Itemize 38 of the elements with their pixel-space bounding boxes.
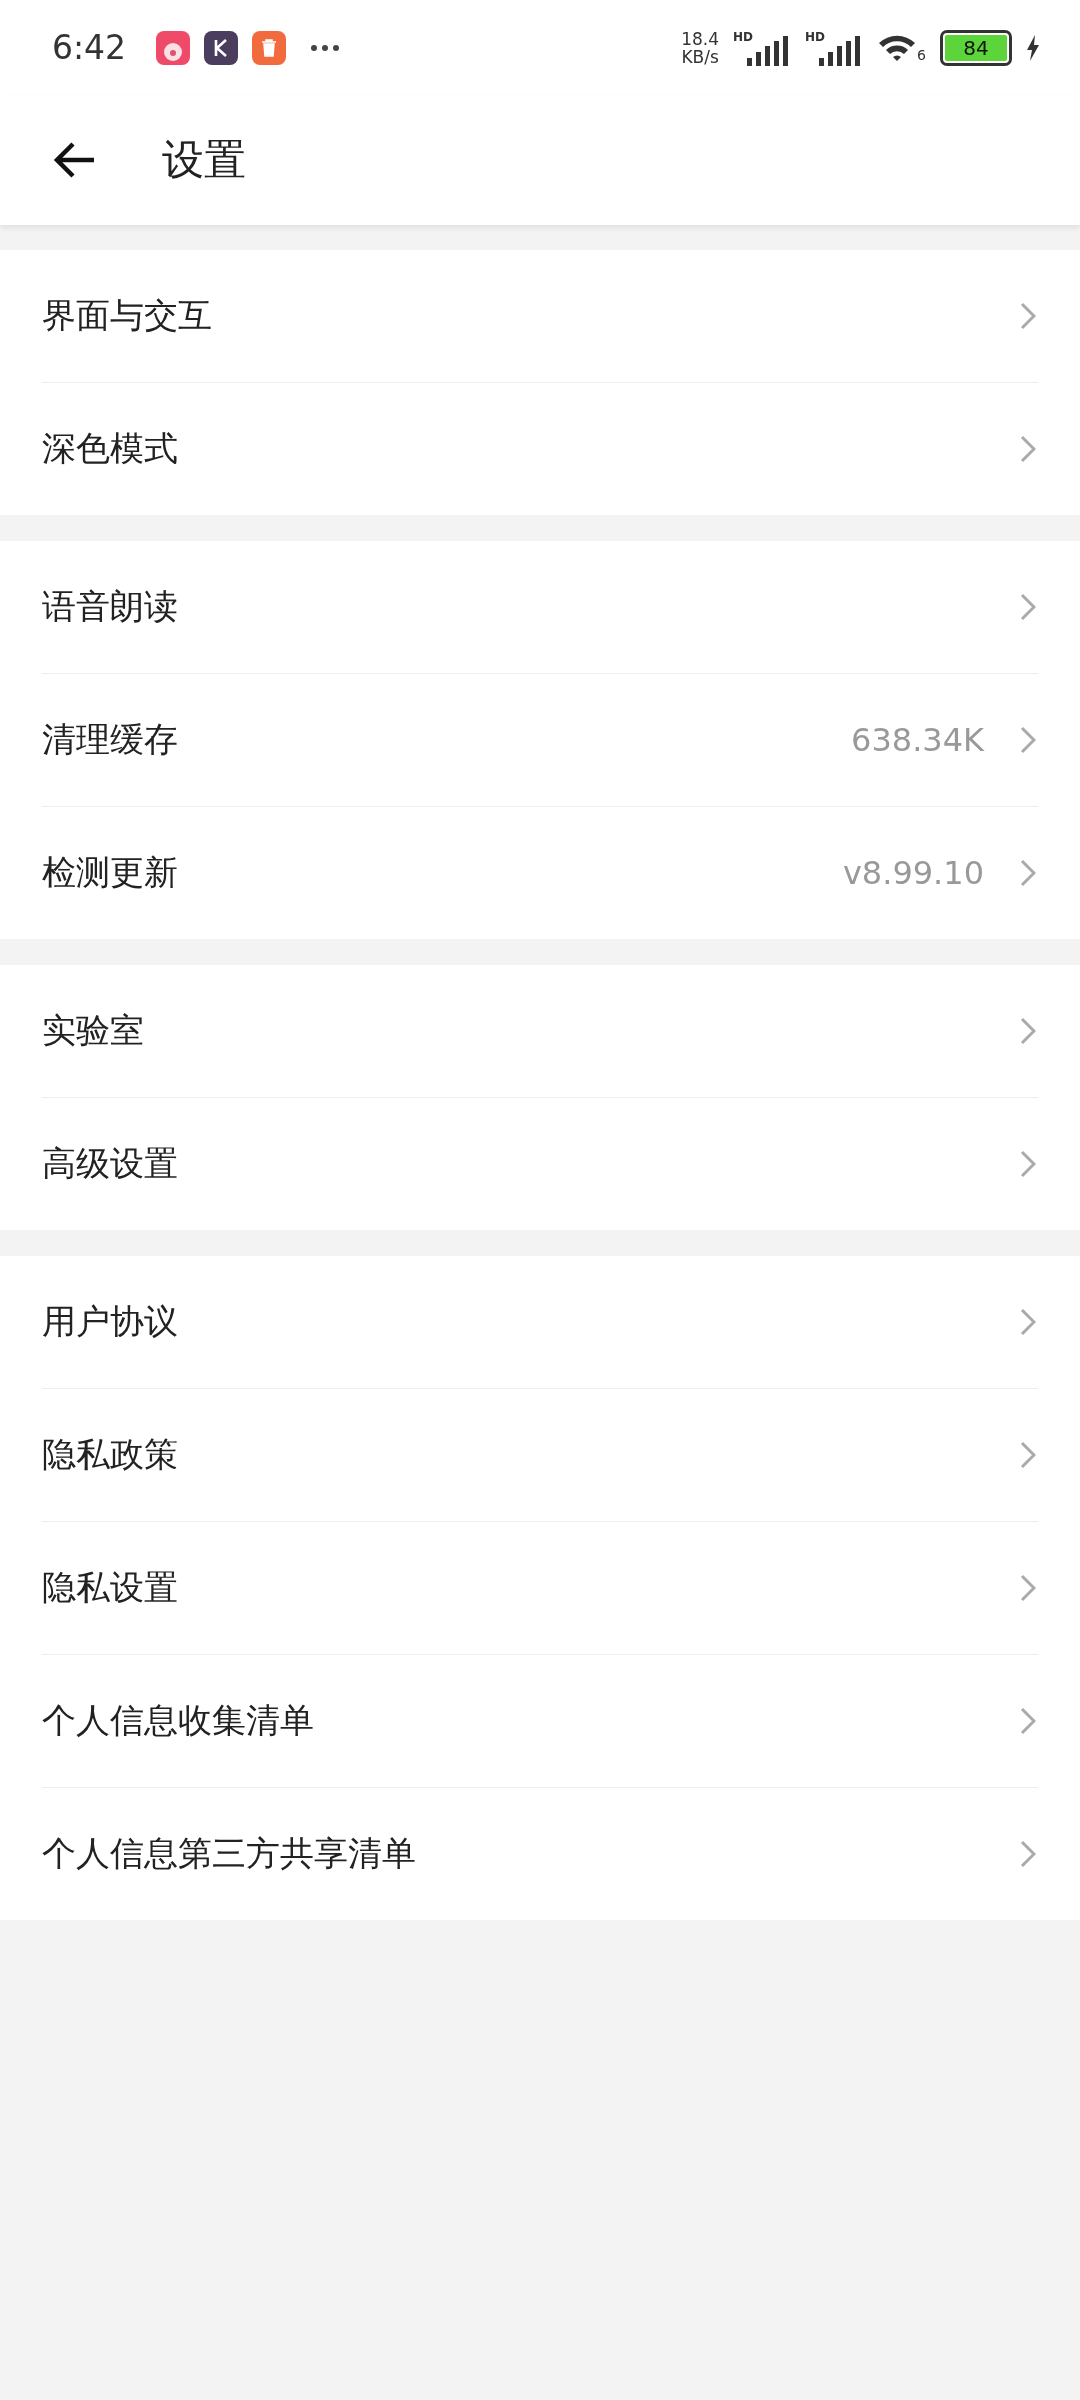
chevron-icon [1020,593,1036,621]
status-time: 6:42 [52,28,127,67]
chevron-icon [1020,1017,1036,1045]
chevron-icon [1020,1707,1036,1735]
chevron-icon [1020,302,1036,330]
chevron-icon [1020,435,1036,463]
settings-item[interactable]: 高级设置 [42,1098,1038,1230]
more-notifications-icon [310,43,341,52]
app-notification-icon [204,30,239,65]
settings-item[interactable]: 清理缓存 638.34K [42,674,1038,807]
back-arrow-icon[interactable] [52,140,96,180]
chevron-icon [1020,1150,1036,1178]
chevron-icon [1020,1308,1036,1336]
chevron-icon [1020,1441,1036,1469]
settings-item[interactable]: 隐私设置 [42,1522,1038,1655]
battery-indicator: 84 [940,29,1012,66]
chevron-icon [1020,726,1036,754]
hd-label: HD [733,29,754,44]
hd-label: HD [805,29,826,44]
network-speed-unit: KB/s [681,47,719,66]
page-title: 设置 [162,134,246,186]
chevron-icon [1020,1840,1036,1868]
charging-icon [1026,34,1040,61]
settings-item[interactable]: 界面与交互 [42,250,1038,383]
settings-item[interactable]: 个人信息收集清单 [42,1655,1038,1788]
network-speed: 18.4 [681,29,720,48]
settings-item[interactable]: 用户协议 [42,1256,1038,1389]
settings-item[interactable]: 检测更新 v8.99.10 [42,807,1038,939]
chevron-icon [1020,859,1036,887]
wifi-label: 6 [917,46,926,63]
settings-item[interactable]: 实验室 [42,965,1038,1098]
settings-item[interactable]: 隐私政策 [42,1389,1038,1522]
settings-item[interactable]: 个人信息第三方共享清单 [42,1788,1038,1920]
chevron-icon [1020,1574,1036,1602]
settings-item[interactable]: 深色模式 [42,383,1038,515]
settings-item[interactable]: 语音朗读 [42,541,1038,674]
app-notification-icon [156,30,191,65]
app-notification-icon [252,30,287,65]
